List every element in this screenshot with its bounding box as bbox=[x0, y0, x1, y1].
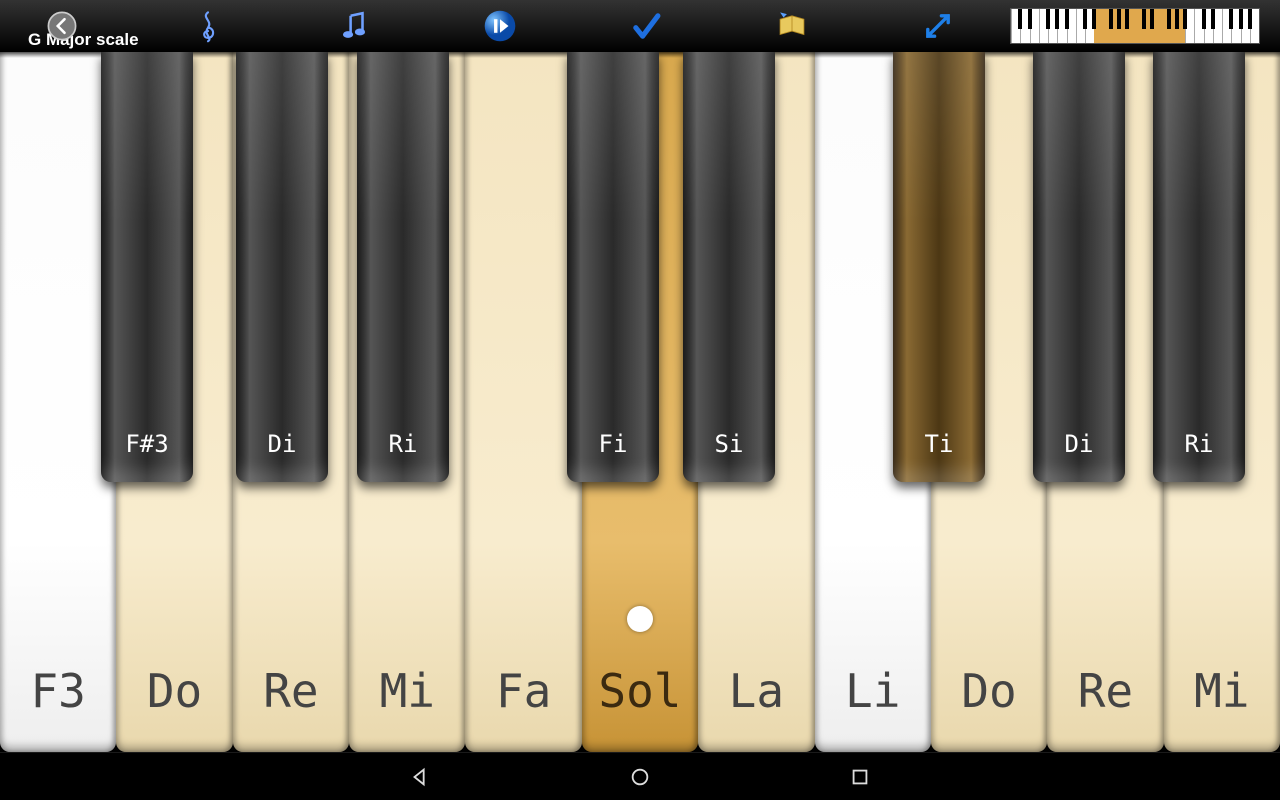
music-note-icon[interactable] bbox=[334, 6, 374, 46]
nav-back-button[interactable] bbox=[405, 762, 435, 792]
checkmark-icon[interactable] bbox=[626, 6, 666, 46]
black-key-ri[interactable]: Ri bbox=[357, 52, 449, 482]
treble-clef-icon[interactable] bbox=[188, 6, 228, 46]
black-key-di[interactable]: Di bbox=[1033, 52, 1125, 482]
nav-recent-button[interactable] bbox=[845, 762, 875, 792]
nav-home-button[interactable] bbox=[625, 762, 655, 792]
black-key-ri[interactable]: Ri bbox=[1153, 52, 1245, 482]
white-key-label: Fa bbox=[465, 664, 581, 718]
book-icon[interactable] bbox=[772, 6, 812, 46]
android-nav-bar bbox=[0, 752, 1280, 800]
black-key-label: Si bbox=[683, 430, 775, 458]
white-key-f3[interactable]: F3 bbox=[0, 52, 116, 752]
white-key-label: La bbox=[698, 664, 814, 718]
white-key-label: Mi bbox=[1164, 664, 1280, 718]
black-key-label: Ri bbox=[1153, 430, 1245, 458]
white-key-label: F3 bbox=[0, 664, 116, 718]
play-button[interactable] bbox=[480, 6, 520, 46]
white-key-label: Re bbox=[1047, 664, 1163, 718]
white-key-fa[interactable]: Fa bbox=[465, 52, 581, 752]
black-key-fi[interactable]: Fi bbox=[567, 52, 659, 482]
expand-icon[interactable] bbox=[918, 6, 958, 46]
white-key-label: Mi bbox=[349, 664, 465, 718]
keyboard-overview[interactable] bbox=[1010, 8, 1260, 44]
black-key-fsharp3[interactable]: F#3 bbox=[101, 52, 193, 482]
top-toolbar: G Major scale bbox=[0, 0, 1280, 52]
root-indicator-dot bbox=[627, 606, 653, 632]
black-key-label: Di bbox=[1033, 430, 1125, 458]
toolbar-icons bbox=[42, 0, 958, 52]
black-key-label: F#3 bbox=[101, 430, 193, 458]
white-key-label: Li bbox=[815, 664, 931, 718]
black-key-di[interactable]: Di bbox=[236, 52, 328, 482]
black-key-ti[interactable]: Ti bbox=[893, 52, 985, 482]
black-key-label: Di bbox=[236, 430, 328, 458]
white-key-label: Re bbox=[233, 664, 349, 718]
white-key-label: Do bbox=[931, 664, 1047, 718]
piano-keyboard: F3DoReMiFaSolLaLiDoReMi F#3DiRiFiSiTiDiR… bbox=[0, 52, 1280, 752]
black-key-label: Ti bbox=[893, 430, 985, 458]
black-key-si[interactable]: Si bbox=[683, 52, 775, 482]
black-key-label: Ri bbox=[357, 430, 449, 458]
black-key-label: Fi bbox=[567, 430, 659, 458]
back-button[interactable] bbox=[42, 6, 82, 46]
white-key-label: Sol bbox=[582, 664, 698, 718]
white-key-label: Do bbox=[116, 664, 232, 718]
